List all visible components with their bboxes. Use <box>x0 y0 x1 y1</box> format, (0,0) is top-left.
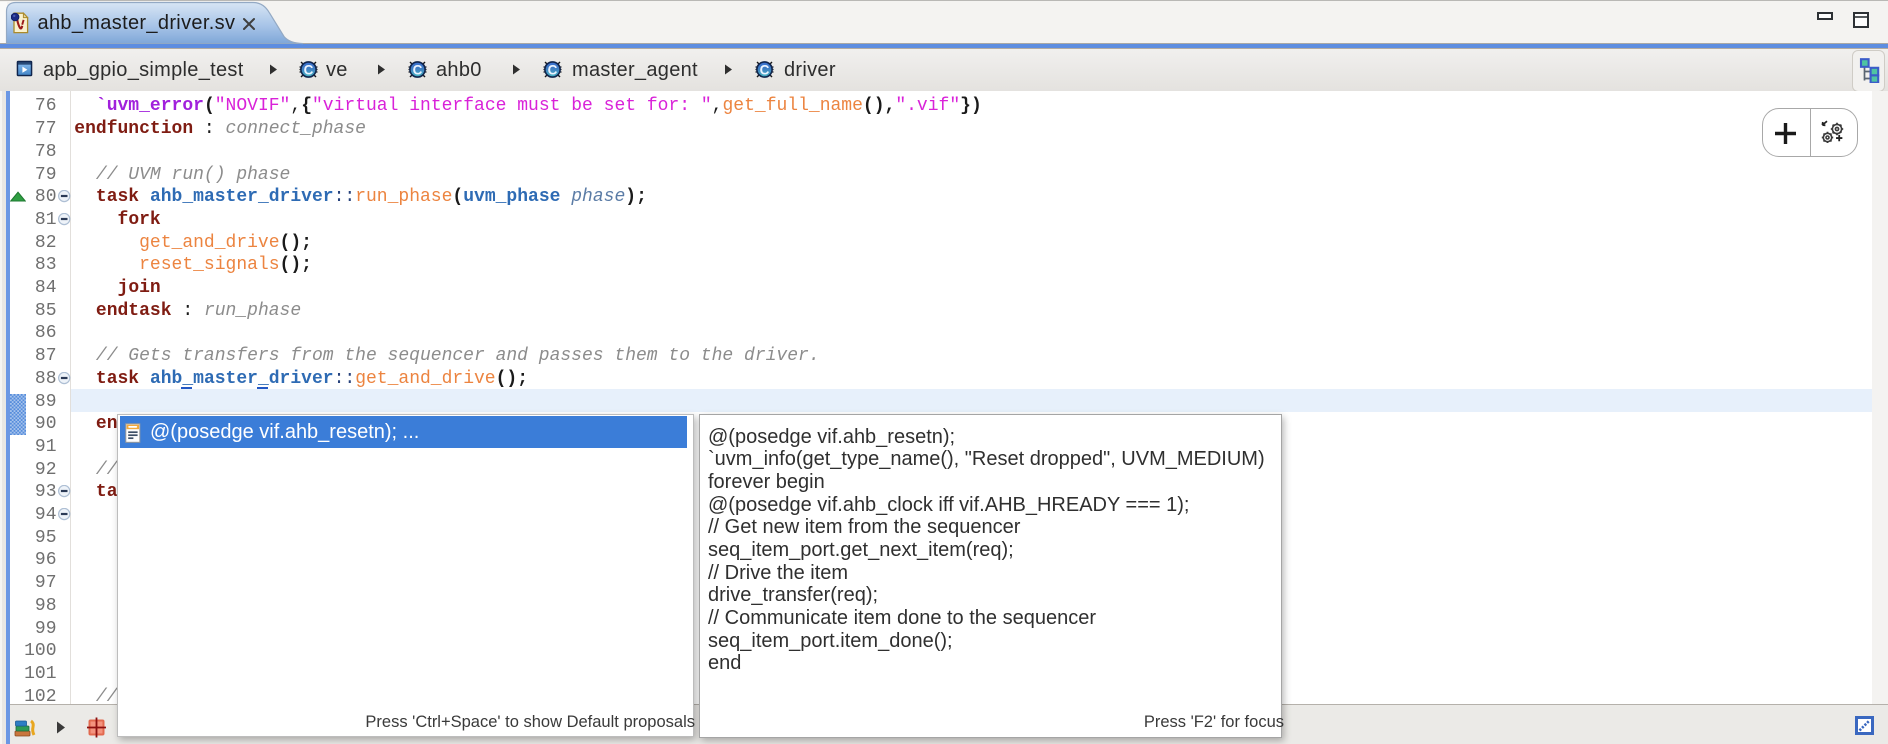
svg-text:C: C <box>548 62 558 77</box>
svg-text:C: C <box>413 62 423 77</box>
svg-text:C: C <box>304 62 314 77</box>
svg-text:C: C <box>760 62 770 77</box>
